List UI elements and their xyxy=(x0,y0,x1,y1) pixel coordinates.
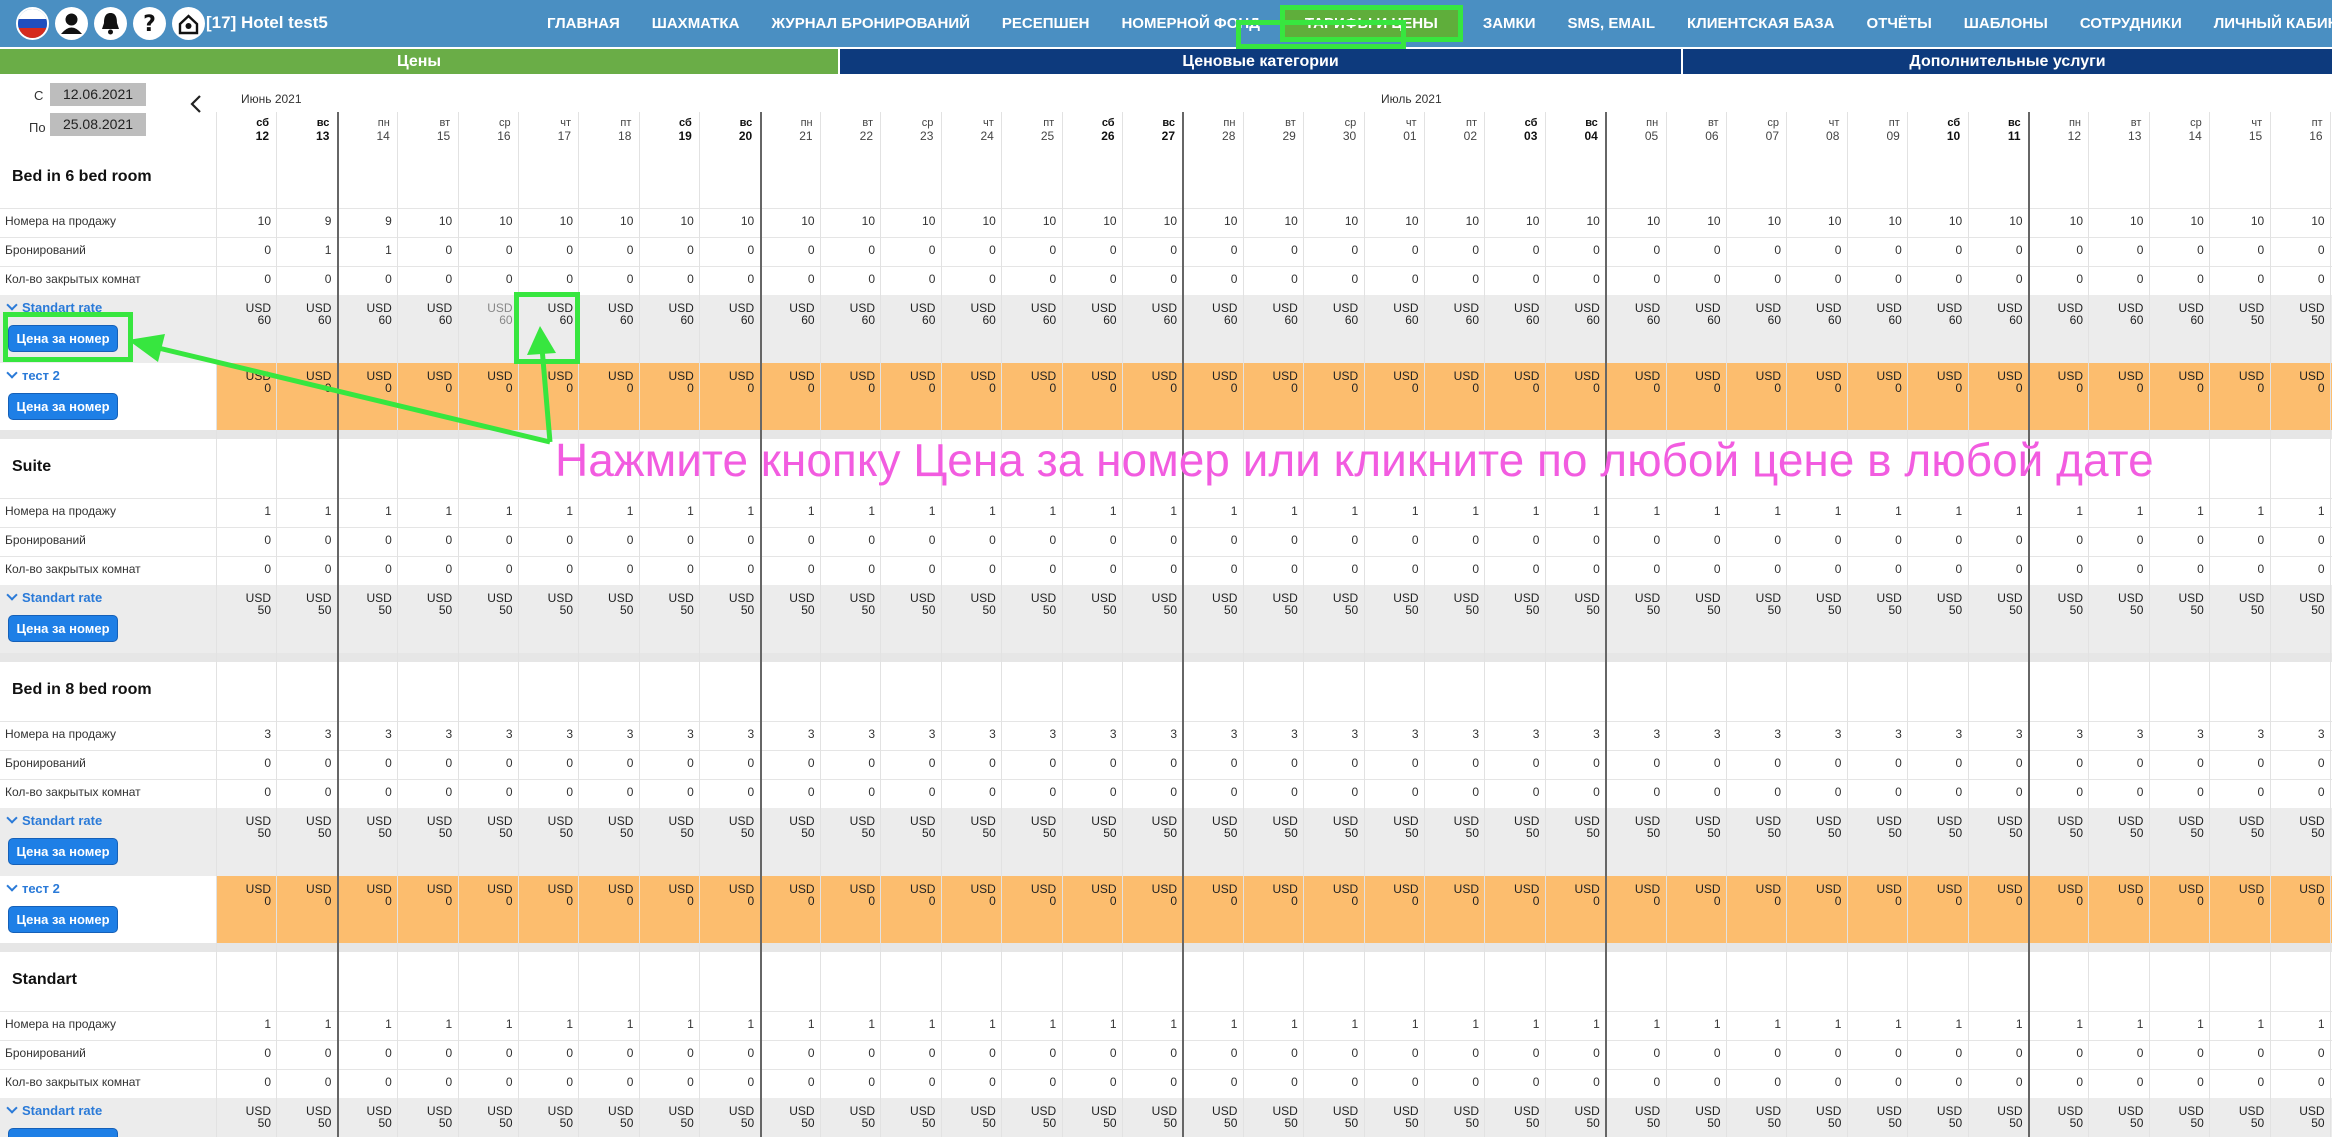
annotation-text: Нажмите кнопку Цена за номер или кликнит… xyxy=(555,434,2154,486)
annotation-arrows xyxy=(128,326,556,445)
app-root: ? [17] Hotel test5 ГЛАВНАЯ ШАХМАТКА ЖУРНАЛ… xyxy=(0,0,2332,1137)
